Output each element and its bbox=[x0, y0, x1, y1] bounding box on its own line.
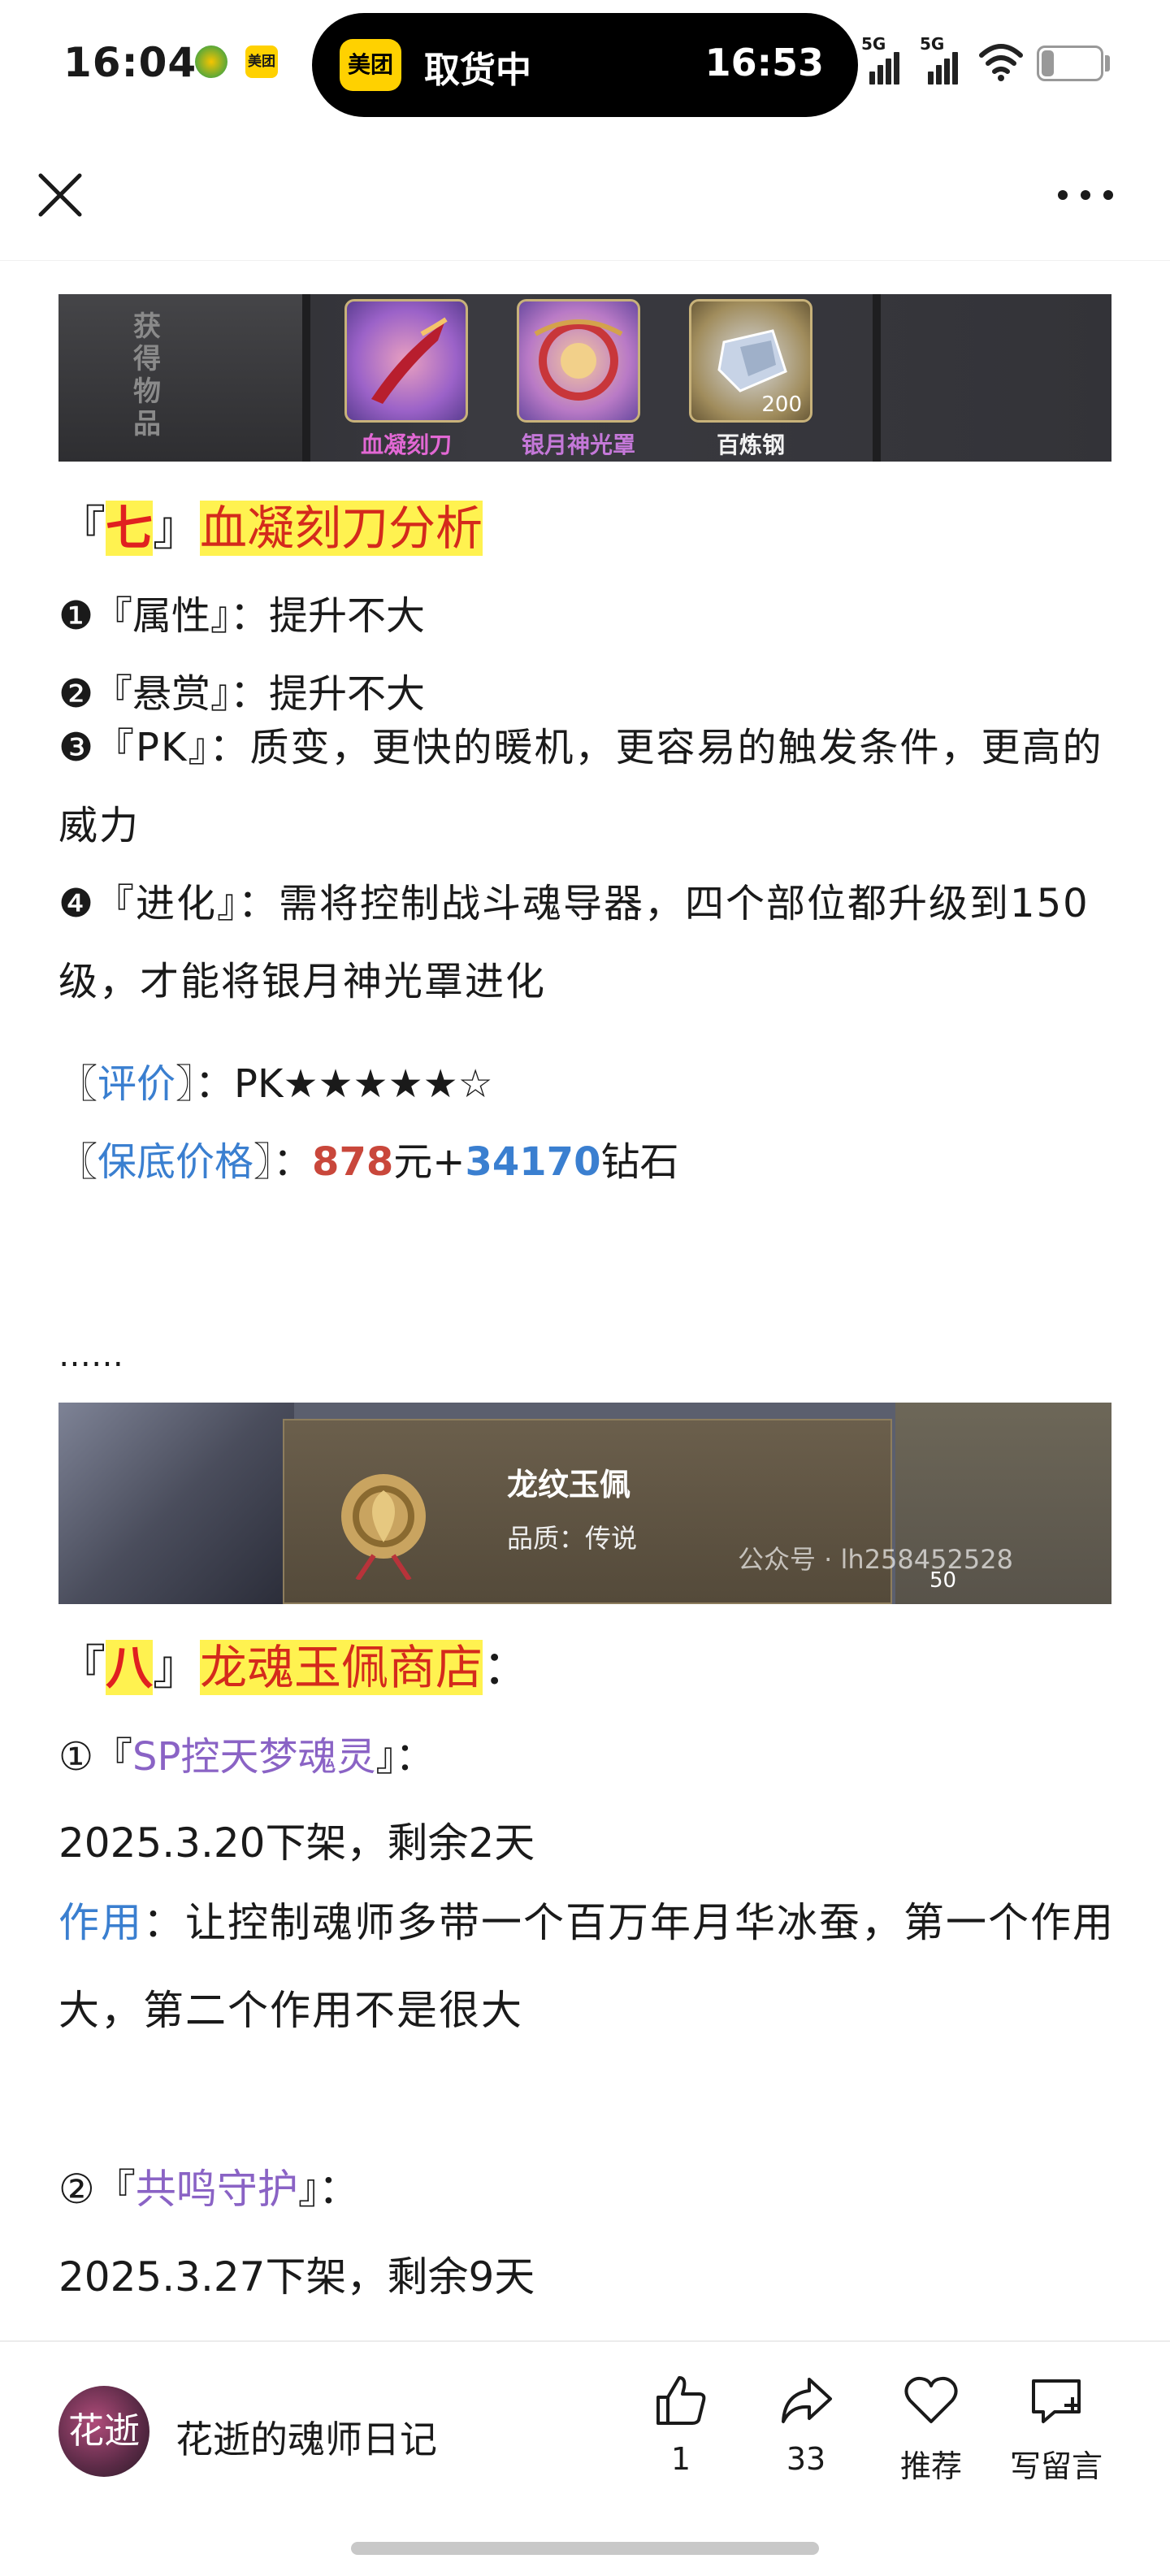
price-yuan: 878 bbox=[312, 1139, 394, 1185]
item-silver-moon-shield-icon bbox=[517, 299, 640, 423]
share-icon bbox=[782, 2378, 832, 2423]
section-title: 血凝刻刀分析 bbox=[200, 501, 483, 556]
battery-level: 5 bbox=[1062, 50, 1078, 76]
image-side-panel: 获得物品 bbox=[58, 294, 302, 462]
share-button[interactable]: 33 bbox=[749, 2371, 863, 2477]
live-activity-status: 取货中 bbox=[424, 50, 531, 91]
shop-item-2-title: ②『共鸣守护』： bbox=[58, 2165, 359, 2214]
write-comment-button[interactable]: 写留言 bbox=[999, 2371, 1113, 2486]
signal-1-label: 5G bbox=[861, 34, 886, 54]
recommend-button[interactable]: 推荐 bbox=[874, 2371, 988, 2486]
evolution-paragraph: ❹『进化』：需将控制战斗魂导器，四个部位都升级到150级，才能将银月神光罩进化 bbox=[58, 881, 1090, 1004]
item-prefix: ②『 bbox=[58, 2166, 136, 2213]
shop-item-1-name: SP控天梦魂灵 bbox=[132, 1734, 376, 1780]
bracket: 〖 bbox=[58, 1139, 98, 1185]
share-count: 33 bbox=[786, 2441, 826, 2477]
like-count: 1 bbox=[670, 2441, 691, 2477]
shop-item-1-date: 2025.3.20下架，剩余2天 bbox=[58, 1819, 535, 1867]
item-blood-knife-icon bbox=[344, 299, 468, 423]
like-button[interactable]: 1 bbox=[624, 2371, 738, 2477]
signal-2-label: 5G bbox=[920, 34, 945, 54]
meituan-logo: 美团 bbox=[340, 39, 401, 91]
price-diamond-unit: 钻石 bbox=[600, 1139, 679, 1185]
bracket: 』 bbox=[153, 501, 201, 556]
obtained-items-image[interactable]: 获得物品 血凝刻刀 银月神光罩 200 百炼钢 bbox=[58, 294, 1112, 462]
tooltip-item-quality: 品质：传说 bbox=[507, 1523, 638, 1554]
bracket: 〗： bbox=[254, 1139, 313, 1185]
item-suffix: 』： bbox=[375, 1734, 435, 1780]
image-art bbox=[58, 1403, 294, 1604]
live-activity-time: 16:53 bbox=[704, 41, 824, 85]
signal-1-icon: 5G bbox=[861, 34, 910, 85]
effect-label: 作用 bbox=[58, 1899, 143, 1946]
bracket: 〖 bbox=[58, 1061, 98, 1107]
item-name-3: 百炼钢 bbox=[716, 432, 785, 458]
section-number: 七 bbox=[106, 501, 154, 556]
ellipsis: …… bbox=[58, 1337, 124, 1374]
more-icon[interactable] bbox=[1055, 169, 1116, 221]
item-name-1: 血凝刻刀 bbox=[360, 432, 452, 458]
account-name[interactable]: 花逝的魂师日记 bbox=[176, 2410, 437, 2464]
jade-pendant-icon bbox=[341, 1474, 426, 1580]
section-number: 八 bbox=[106, 1640, 154, 1695]
heart-icon bbox=[904, 2376, 958, 2423]
comment-label: 写留言 bbox=[1009, 2448, 1103, 2484]
bracket: 〗： bbox=[176, 1061, 235, 1107]
shop-item-1-effect: 作用：让控制魂师多带一个百万年月华冰蚕，第一个作用大，第二个作用不是很大 bbox=[58, 1879, 1115, 2054]
slot-count: 50 bbox=[930, 1568, 957, 1593]
status-time: 16:04 bbox=[63, 39, 197, 86]
pk-paragraph: ❸『PK』：质变，更快的暖机，更容易的触发条件，更高的威力 bbox=[58, 725, 1103, 848]
battery-cap bbox=[1105, 55, 1110, 72]
section-8-heading: 『八』龙魂玉佩商店： bbox=[58, 1635, 530, 1700]
meituan-notification-icon: 美团 bbox=[245, 46, 278, 78]
bracket: 『 bbox=[58, 1640, 106, 1695]
top-nav-bar bbox=[0, 130, 1170, 261]
watermark: 公众号 · lh258452528 bbox=[738, 1544, 1013, 1575]
rating-label: 评价 bbox=[98, 1061, 176, 1107]
article-content: 获得物品 血凝刻刀 银月神光罩 200 百炼钢 『七』血凝刻刀分析 ❶『属性』：… bbox=[0, 260, 1170, 2340]
bracket: 』 bbox=[153, 1640, 201, 1695]
rating-value: PK★★★★★☆ bbox=[234, 1061, 493, 1107]
item-name-2: 银月神光罩 bbox=[521, 432, 635, 458]
colon: ： bbox=[483, 1640, 531, 1695]
thumbs-up-icon bbox=[656, 2376, 706, 2425]
account-avatar[interactable]: 花逝 bbox=[58, 2386, 150, 2477]
price-label: 保底价格 bbox=[98, 1139, 254, 1185]
attr-line: ❶『属性』：提升不大 bbox=[58, 593, 426, 639]
item-3-count: 200 bbox=[761, 392, 802, 417]
wifi-icon bbox=[979, 44, 1023, 81]
item-steel-icon: 200 bbox=[689, 299, 812, 423]
battery-icon: 5 bbox=[1037, 46, 1103, 81]
section-7-heading: 『七』血凝刻刀分析 bbox=[58, 496, 483, 561]
meituan-mini-label: 美团 bbox=[248, 54, 275, 70]
price-diamond: 34170 bbox=[465, 1139, 601, 1185]
bracket: 『 bbox=[58, 501, 106, 556]
price-line: 〖保底价格〗：878元+34170钻石 bbox=[58, 1138, 679, 1186]
dragon-jade-image[interactable]: 龙纹玉佩 品质：传说 公众号 · lh258452528 50 bbox=[58, 1403, 1112, 1604]
close-icon[interactable] bbox=[34, 169, 86, 221]
effect-text: ：让控制魂师多带一个百万年月华冰蚕，第一个作用大，第二个作用不是很大 bbox=[58, 1899, 1115, 2034]
app-notification-icon bbox=[195, 46, 228, 78]
comment-add-icon bbox=[1032, 2379, 1081, 2423]
item-suffix: 』： bbox=[297, 2166, 359, 2213]
section-title: 龙魂玉佩商店 bbox=[200, 1640, 483, 1695]
tooltip-item-name: 龙纹玉佩 bbox=[507, 1466, 631, 1503]
price-yuan-unit: 元+ bbox=[393, 1139, 466, 1185]
live-activity-pill[interactable]: 美团 取货中 16:53 bbox=[312, 13, 858, 117]
signal-2-icon: 5G bbox=[920, 34, 968, 85]
status-bar: 16:04 美团 美团 取货中 16:53 5G 5G 5 bbox=[0, 0, 1170, 130]
shop-item-1-title: ①『SP控天梦魂灵』： bbox=[58, 1733, 434, 1781]
shop-item-2-name: 共鸣守护 bbox=[135, 2166, 298, 2213]
item-prefix: ①『 bbox=[58, 1734, 133, 1780]
obtained-items-label: 获得物品 bbox=[133, 310, 161, 440]
recommend-label: 推荐 bbox=[899, 2448, 962, 2484]
bottom-action-bar: 花逝 花逝的魂师日记 1 33 推荐 写留言 bbox=[0, 2340, 1170, 2576]
rating-line: 〖评价〗：PK★★★★★☆ bbox=[58, 1060, 493, 1108]
home-indicator[interactable] bbox=[351, 2542, 819, 2555]
shop-item-2-date: 2025.3.27下架，剩余9天 bbox=[58, 2253, 535, 2301]
